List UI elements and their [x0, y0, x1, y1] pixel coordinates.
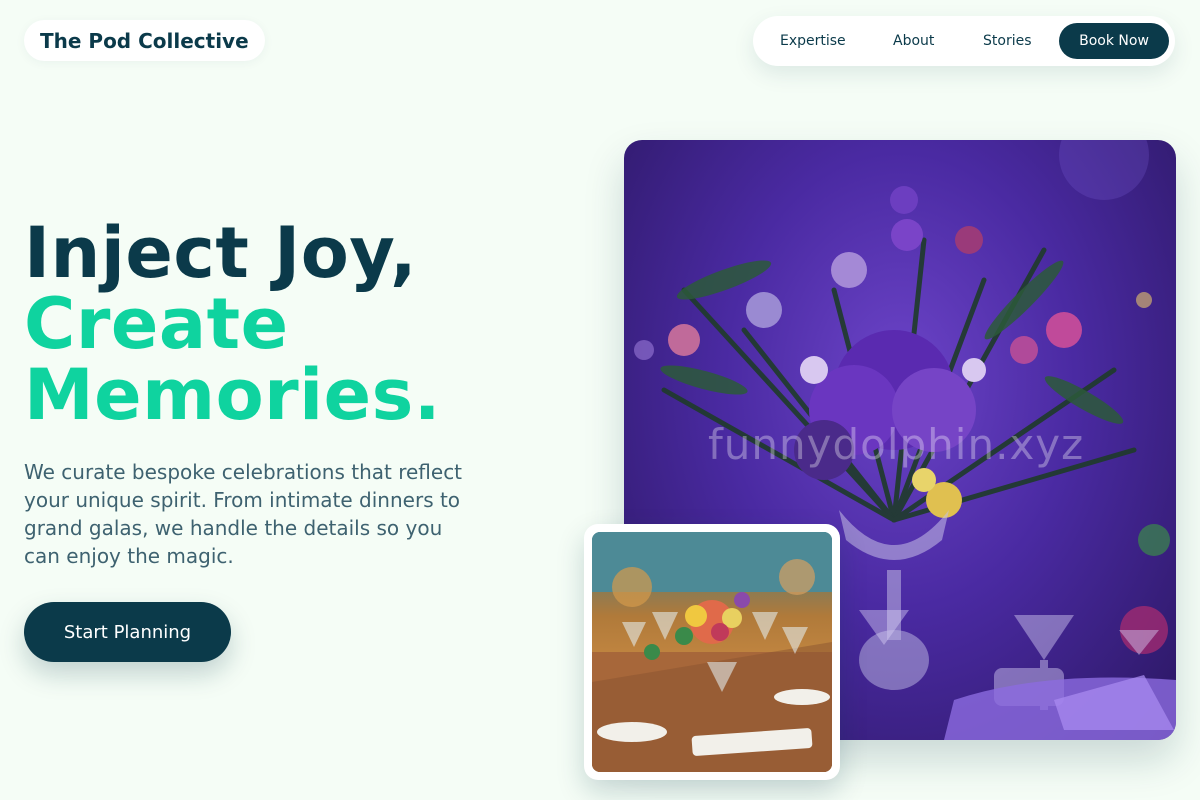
nav-link-about[interactable]: About — [893, 16, 934, 66]
brand-logo[interactable]: The Pod Collective — [24, 20, 265, 61]
nav-link-expertise[interactable]: Expertise — [780, 16, 846, 66]
image-watermark: funnydolphin.xyz — [708, 420, 1085, 469]
top-navigation: Expertise About Stories Book Now — [753, 16, 1175, 66]
dining-table-illustration — [592, 532, 832, 772]
hero-secondary-image — [592, 532, 832, 772]
book-now-button[interactable]: Book Now — [1059, 23, 1169, 59]
hero-title-line-2: Create — [24, 283, 289, 365]
brand-name: The Pod Collective — [40, 28, 249, 53]
nav-link-stories[interactable]: Stories — [983, 16, 1032, 66]
hero-secondary-image-frame — [584, 524, 840, 780]
hero-title-line-1: Inject Joy, — [24, 212, 418, 294]
start-planning-button[interactable]: Start Planning — [24, 602, 231, 662]
hero-title-line-3: Memories. — [24, 354, 441, 436]
hero-title: Inject Joy, Create Memories. — [24, 218, 441, 431]
hero-subtitle: We curate bespoke celebrations that refl… — [24, 460, 463, 568]
